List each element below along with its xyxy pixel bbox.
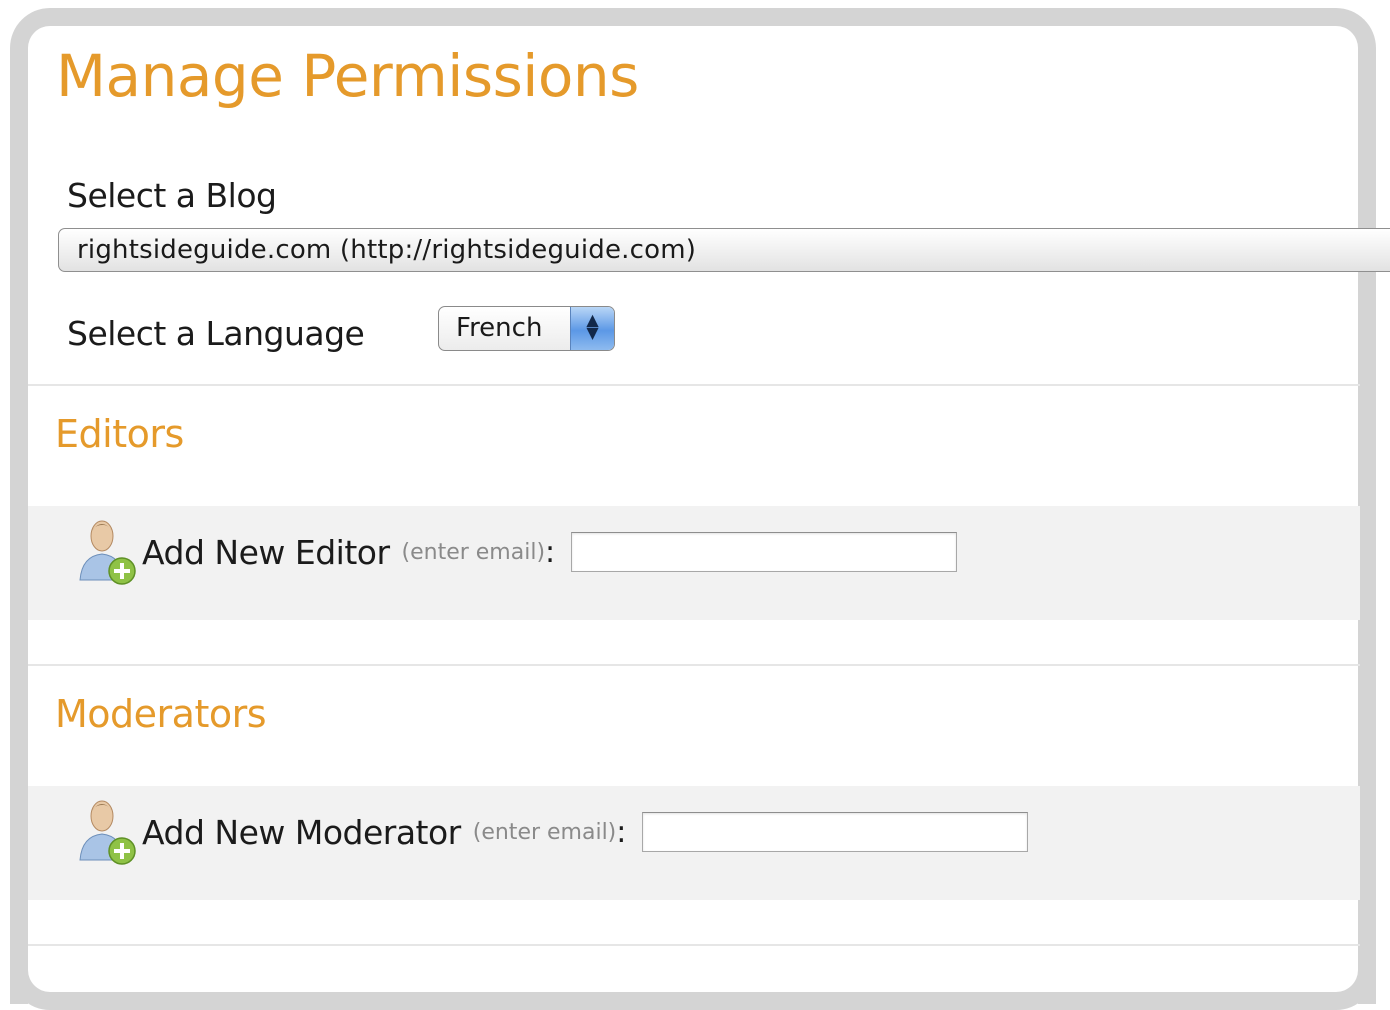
editors-section-title: Editors <box>55 412 184 456</box>
add-editor-label: Add New Editor <box>142 532 390 572</box>
add-moderator-label: Add New Moderator <box>142 812 461 852</box>
language-select-value: French <box>456 313 543 343</box>
section-divider <box>28 944 1360 946</box>
editor-email-input[interactable] <box>571 532 958 572</box>
select-arrows-icon: ▲ ▼ <box>570 307 614 350</box>
add-editor-colon: : <box>545 534 556 570</box>
section-divider <box>28 384 1360 386</box>
language-select[interactable]: French ▲ ▼ <box>438 306 615 351</box>
language-select-label: Select a Language <box>67 314 365 353</box>
add-editor-row: Add New Editor (enter email) : <box>78 518 958 586</box>
page-title: Manage Permissions <box>56 42 639 110</box>
add-moderator-hint: (enter email) <box>472 819 617 845</box>
add-moderator-row: Add New Moderator (enter email) : <box>78 798 1029 866</box>
blog-select[interactable]: rightsideguide.com (http://rightsideguid… <box>58 228 1390 272</box>
moderators-section-title: Moderators <box>55 692 267 736</box>
add-editor-hint: (enter email) <box>401 539 546 565</box>
add-moderator-colon: : <box>616 814 627 850</box>
moderator-email-input[interactable] <box>642 812 1029 852</box>
add-user-icon <box>78 798 140 866</box>
blog-select-label: Select a Blog <box>67 176 277 215</box>
section-divider <box>28 664 1360 666</box>
add-user-icon <box>78 518 140 586</box>
blog-select-value: rightsideguide.com (http://rightsideguid… <box>77 235 697 265</box>
panel-frame-bottom <box>10 950 1376 1010</box>
